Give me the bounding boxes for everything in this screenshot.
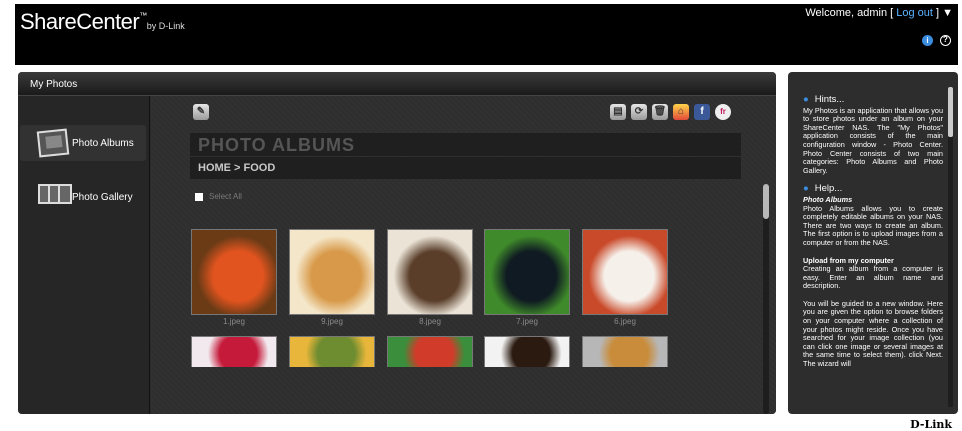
select-all-label: Select All — [209, 192, 242, 201]
photo-caption: 6.jpeg — [614, 317, 636, 326]
page-title: PHOTO ALBUMS — [190, 133, 741, 156]
top-header: ShareCenter™by D-Link Welcome, admin [ L… — [15, 4, 958, 65]
photo-caption: 9.jpeg — [321, 317, 343, 326]
welcome-text: Welcome, admin [ Log out ] ▼ — [805, 7, 953, 19]
photo-caption: 1.jpeg — [223, 317, 245, 326]
select-all-checkbox[interactable]: Select All — [195, 192, 242, 201]
photo-thumbnail[interactable] — [289, 229, 375, 315]
hints-text: My Photos is an application that allows … — [803, 105, 943, 175]
panel-title: My Photos — [18, 72, 776, 96]
sidebar-item-label: Photo Albums — [72, 137, 134, 149]
facebook-icon[interactable]: f — [694, 104, 710, 120]
trash-icon[interactable]: 🗑 — [652, 104, 668, 120]
photo-thumbnail[interactable] — [289, 336, 375, 367]
scrollbar-thumb[interactable] — [763, 184, 769, 219]
info-icon[interactable]: i — [922, 35, 933, 46]
hints-panel: ● Hints... My Photos is an application th… — [788, 72, 958, 414]
photo-thumbnail[interactable] — [387, 229, 473, 315]
my-photos-panel: My Photos Photo Albums Photo Gallery ✎ ▤… — [18, 72, 776, 414]
bullet-icon: ● — [803, 183, 809, 195]
breadcrumb[interactable]: HOME > FOOD — [190, 157, 741, 179]
flickr-icon[interactable]: fr — [715, 104, 731, 120]
hints-heading: ● Hints... — [803, 94, 845, 105]
photo-thumbnail[interactable] — [484, 336, 570, 367]
user-menu-arrow[interactable]: ] ▼ — [936, 7, 953, 19]
edit-icon[interactable]: ✎ — [193, 104, 209, 120]
refresh-icon[interactable]: ⟳ — [631, 104, 647, 120]
help-text: Photo Albums allows you to create comple… — [803, 203, 943, 247]
photo-thumbnail[interactable] — [582, 229, 668, 315]
dlink-logo: D-Link — [910, 418, 952, 431]
photo-thumbnail[interactable] — [582, 336, 668, 367]
checkbox-icon — [195, 192, 203, 201]
hints-scrollbar[interactable] — [948, 87, 953, 407]
photo-thumbnail[interactable] — [191, 229, 277, 315]
photo-caption: 7.jpeg — [516, 317, 538, 326]
sharecenter-logo: ShareCenter™by D-Link — [20, 9, 185, 34]
help-icon[interactable]: ? — [940, 35, 951, 46]
home-photo-icon[interactable]: ⌂ — [673, 104, 689, 120]
bullet-icon: ● — [803, 94, 809, 105]
scrollbar-thumb[interactable] — [948, 87, 953, 137]
sidebar-item-label: Photo Gallery — [72, 191, 133, 203]
photo-thumbnail[interactable] — [484, 229, 570, 315]
album-scrollbar[interactable] — [763, 184, 769, 414]
upload-text: Creating an album from a computer is eas… — [803, 264, 943, 291]
guide-text: You will be guided to a new window. Here… — [803, 298, 943, 369]
photo-thumbnail[interactable] — [387, 336, 473, 367]
sidebar: Photo Albums Photo Gallery — [18, 96, 150, 414]
help-heading: ● Help... — [803, 183, 843, 195]
photo-albums-icon — [36, 128, 70, 158]
list-view-icon[interactable]: ▤ — [610, 104, 626, 120]
photo-gallery-icon — [38, 184, 72, 210]
photo-thumbnail[interactable] — [191, 336, 277, 367]
sidebar-item-photo-gallery[interactable]: Photo Gallery — [20, 179, 146, 215]
photo-caption: 8.jpeg — [419, 317, 441, 326]
album-content: ✎ ▤ ⟳ 🗑 ⌂ f fr PHOTO ALBUMS HOME > FOOD … — [151, 96, 776, 414]
sidebar-item-photo-albums[interactable]: Photo Albums — [20, 125, 146, 161]
logout-link[interactable]: Log out — [896, 7, 933, 19]
